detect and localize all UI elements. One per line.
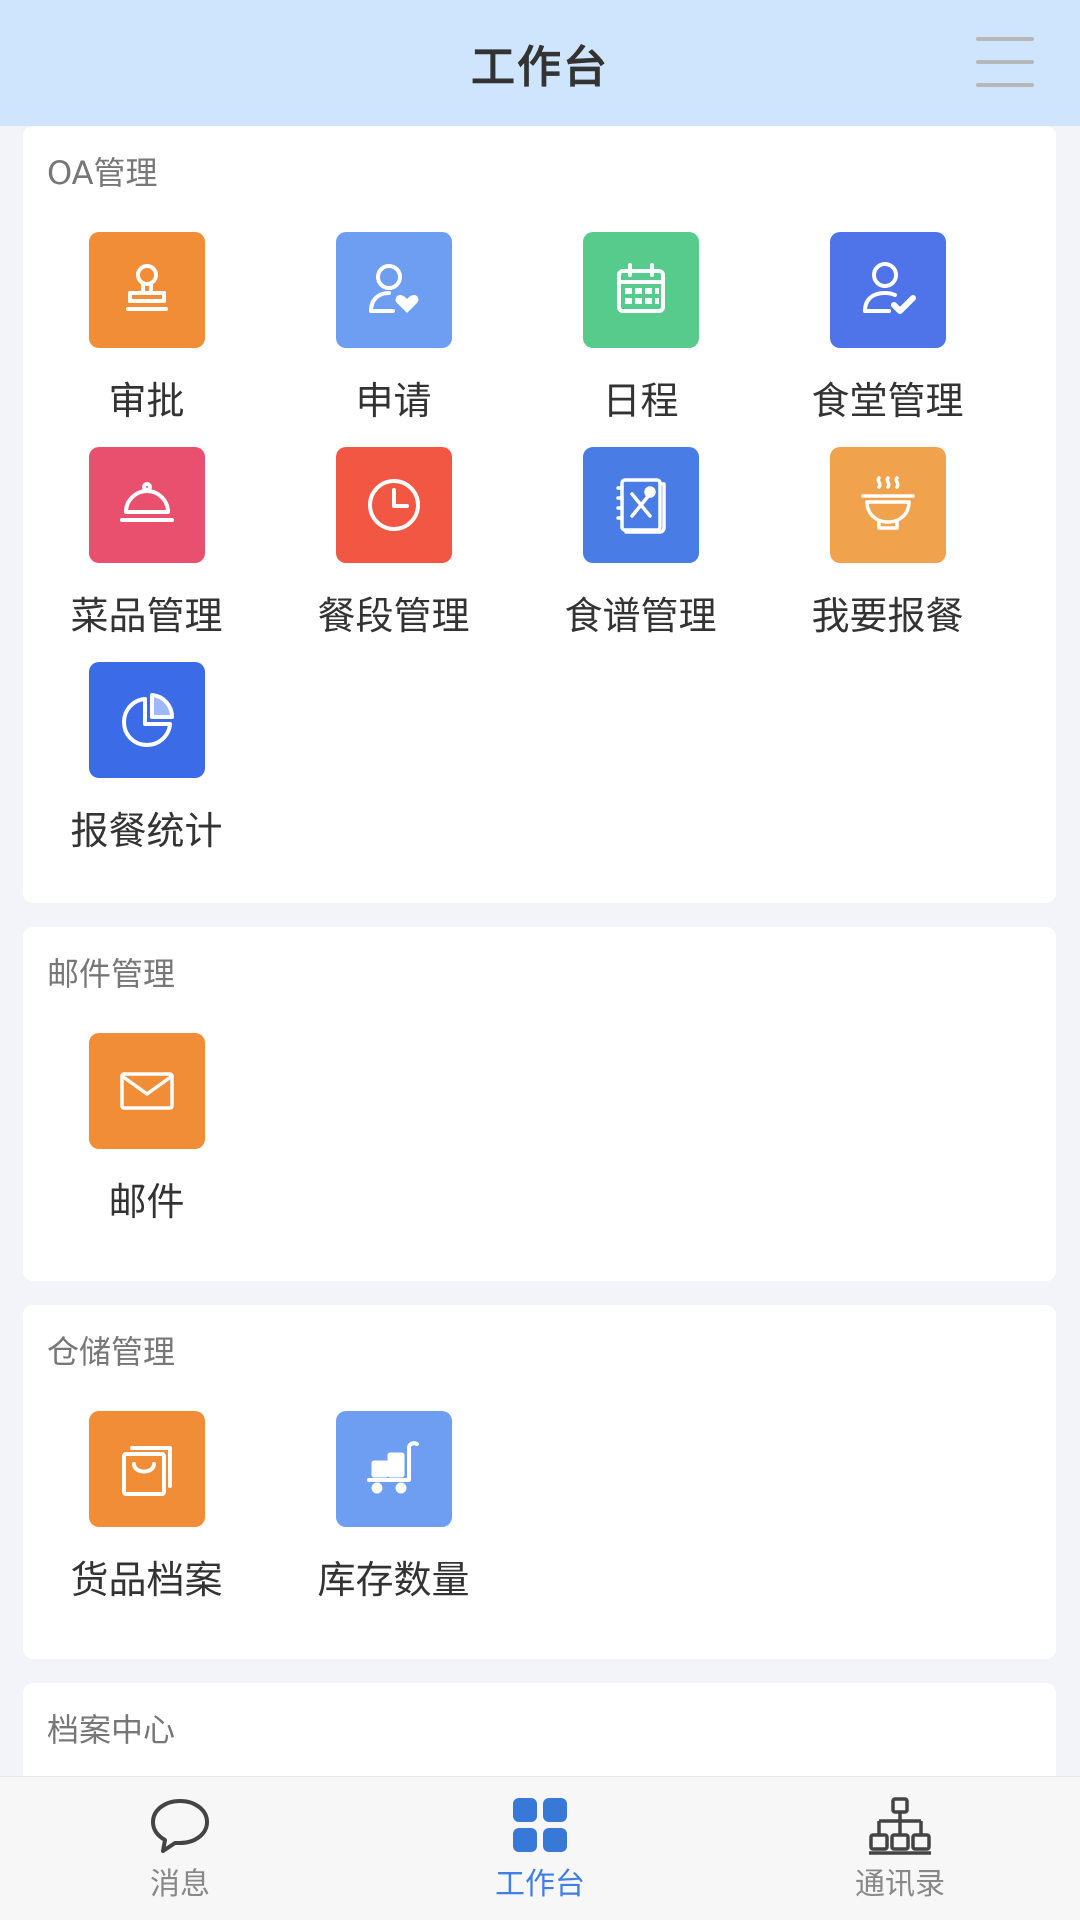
page-title: 工作台 bbox=[471, 42, 609, 93]
dish-cloche-icon bbox=[88, 447, 205, 563]
app-canteen[interactable]: 食堂管理 bbox=[764, 232, 1011, 442]
menu-button[interactable] bbox=[976, 37, 1034, 87]
tab-messages[interactable]: 消息 bbox=[0, 1777, 360, 1920]
app-goods-archive[interactable]: 货品档案 bbox=[23, 1411, 270, 1621]
app-order-meal[interactable]: 我要报餐 bbox=[764, 447, 1011, 657]
pie-chart-icon bbox=[88, 662, 205, 778]
app-meal-stats[interactable]: 报餐统计 bbox=[23, 662, 270, 872]
section-title: 邮件管理 bbox=[47, 955, 176, 993]
app-dish[interactable]: 菜品管理 bbox=[23, 447, 270, 657]
app-mail[interactable]: 邮件 bbox=[23, 1033, 270, 1243]
app-label: 库存数量 bbox=[317, 1558, 470, 1602]
mail-icon bbox=[88, 1033, 205, 1149]
section-title: OA管理 bbox=[47, 154, 158, 192]
section-mail: 邮件管理 邮件 bbox=[23, 927, 1056, 1281]
section-warehouse: 仓储管理 货品档案 库存数量 bbox=[23, 1305, 1056, 1659]
app-meal-period[interactable]: 餐段管理 bbox=[270, 447, 517, 657]
app-label: 餐段管理 bbox=[317, 594, 470, 638]
app-label: 食堂管理 bbox=[811, 379, 964, 423]
app-label: 食谱管理 bbox=[564, 594, 717, 638]
tab-contacts[interactable]: 通讯录 bbox=[720, 1777, 1080, 1920]
recipe-book-icon bbox=[582, 447, 699, 563]
bottom-tab-bar: 消息 工作台 通讯录 bbox=[0, 1776, 1080, 1920]
clock-icon bbox=[335, 447, 452, 563]
cart-icon bbox=[335, 1411, 452, 1527]
stamp-icon bbox=[88, 232, 205, 348]
app-label: 我要报餐 bbox=[811, 594, 964, 638]
app-approval[interactable]: 审批 bbox=[23, 232, 270, 442]
app-label: 邮件 bbox=[108, 1180, 185, 1224]
grid-icon bbox=[513, 1797, 567, 1852]
menu-icon-line bbox=[976, 83, 1034, 87]
section-oa: OA管理 审批 申请 日程 食堂管理 菜品管理 餐段管理 食谱管理 我要报餐 报… bbox=[23, 126, 1056, 903]
tab-label: 通讯录 bbox=[855, 1866, 945, 1902]
section-title: 档案中心 bbox=[47, 1711, 176, 1749]
app-stock-quantity[interactable]: 库存数量 bbox=[270, 1411, 517, 1621]
app-label: 审批 bbox=[108, 379, 185, 423]
app-label: 货品档案 bbox=[70, 1558, 223, 1602]
app-label: 报餐统计 bbox=[70, 809, 223, 853]
menu-icon-line bbox=[976, 37, 1034, 41]
menu-icon-line bbox=[976, 60, 1034, 64]
tab-label: 工作台 bbox=[495, 1866, 585, 1902]
shopping-bag-icon bbox=[88, 1411, 205, 1527]
app-label: 菜品管理 bbox=[70, 594, 223, 638]
workbench-content[interactable]: OA管理 审批 申请 日程 食堂管理 菜品管理 餐段管理 食谱管理 我要报餐 报… bbox=[0, 126, 1080, 1776]
section-archive: 档案中心 bbox=[23, 1683, 1056, 1776]
app-label: 申请 bbox=[355, 379, 432, 423]
bowl-icon bbox=[829, 447, 946, 563]
top-bar: 工作台 bbox=[0, 0, 1080, 126]
user-heart-icon bbox=[335, 232, 452, 348]
user-check-icon bbox=[829, 232, 946, 348]
tab-label: 消息 bbox=[150, 1866, 210, 1902]
app-label: 日程 bbox=[602, 379, 679, 423]
section-title: 仓储管理 bbox=[47, 1333, 176, 1371]
chat-bubble-icon bbox=[151, 1798, 209, 1853]
org-chart-icon bbox=[869, 1796, 931, 1855]
calendar-icon bbox=[582, 232, 699, 348]
app-schedule[interactable]: 日程 bbox=[517, 232, 764, 442]
tab-workbench[interactable]: 工作台 bbox=[360, 1777, 720, 1920]
app-apply[interactable]: 申请 bbox=[270, 232, 517, 442]
app-recipe[interactable]: 食谱管理 bbox=[517, 447, 764, 657]
